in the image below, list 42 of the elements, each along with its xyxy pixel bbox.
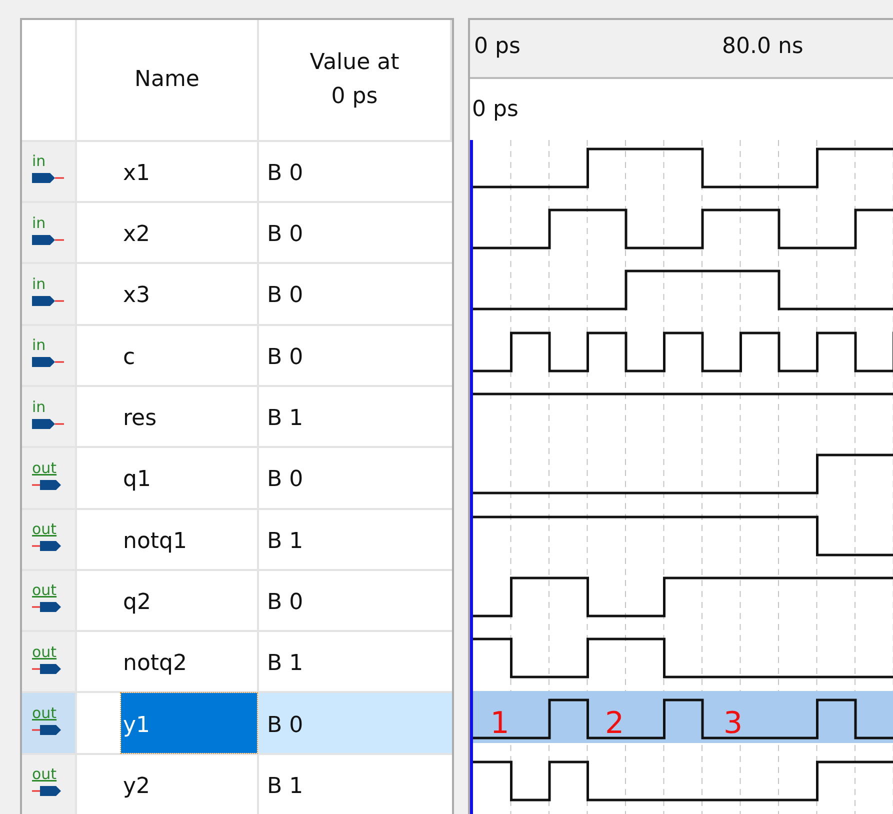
column-header[interactable]: Name xyxy=(77,20,259,140)
signal-row[interactable]: in c B 0 xyxy=(22,324,452,385)
cursor-time: 0 ps xyxy=(472,96,518,124)
annotation-label: 1 xyxy=(490,706,510,742)
signal-row[interactable]: out q1 B 0 xyxy=(22,446,452,508)
signal-row[interactable]: out y1 B 0 xyxy=(22,691,452,753)
signal-row[interactable]: out notq2 B 1 xyxy=(22,630,452,692)
ruler-label: 0 ps xyxy=(474,33,520,61)
signal-row[interactable]: in x2 B 0 xyxy=(22,201,452,262)
signal-name[interactable]: q2 xyxy=(123,582,151,619)
signal-row[interactable]: in x1 B 0 xyxy=(22,140,452,202)
signal-value: B 1 xyxy=(267,772,304,801)
signal-row[interactable]: out y2 B 1 xyxy=(22,752,452,814)
signal-name[interactable]: x1 xyxy=(123,152,150,190)
signal-name[interactable]: res xyxy=(123,398,157,436)
annotation-label: 3 xyxy=(724,706,743,742)
signal-row[interactable]: out notq1 B 1 xyxy=(22,508,452,569)
signal-value: B 1 xyxy=(267,528,304,556)
signal-row[interactable]: out q2 B 0 xyxy=(22,568,452,630)
signal-value: B 0 xyxy=(267,221,304,250)
signal-value: B 0 xyxy=(267,466,304,494)
signal-name[interactable]: y2 xyxy=(123,766,150,803)
signal-value: B 0 xyxy=(267,588,304,617)
signal-name[interactable]: x2 xyxy=(123,214,150,252)
signal-name[interactable]: y1 xyxy=(121,693,257,753)
signal-row[interactable]: in res B 1 xyxy=(22,384,452,446)
column-header[interactable]: Value at 0 ps xyxy=(259,20,452,140)
signal-row[interactable]: in x3 B 0 xyxy=(22,262,452,324)
signal-value: B 1 xyxy=(267,405,304,434)
signal-value: B 0 xyxy=(267,712,304,740)
annotation-label: 2 xyxy=(604,706,624,742)
ruler-label: 80.0 ns xyxy=(722,33,804,61)
signal-name[interactable]: q1 xyxy=(123,459,151,496)
signal-value: B 0 xyxy=(267,344,304,372)
signal-name[interactable]: x3 xyxy=(123,275,150,312)
signal-name[interactable]: c xyxy=(123,336,136,374)
time-ruler[interactable]: 0 ps 80.0 ns xyxy=(470,20,893,79)
signal-value: B 0 xyxy=(267,160,304,188)
signal-name[interactable]: notq1 xyxy=(123,520,187,558)
signal-value: B 0 xyxy=(267,282,304,310)
signal-name[interactable]: notq2 xyxy=(123,643,187,680)
signal-value: B 1 xyxy=(267,650,304,678)
